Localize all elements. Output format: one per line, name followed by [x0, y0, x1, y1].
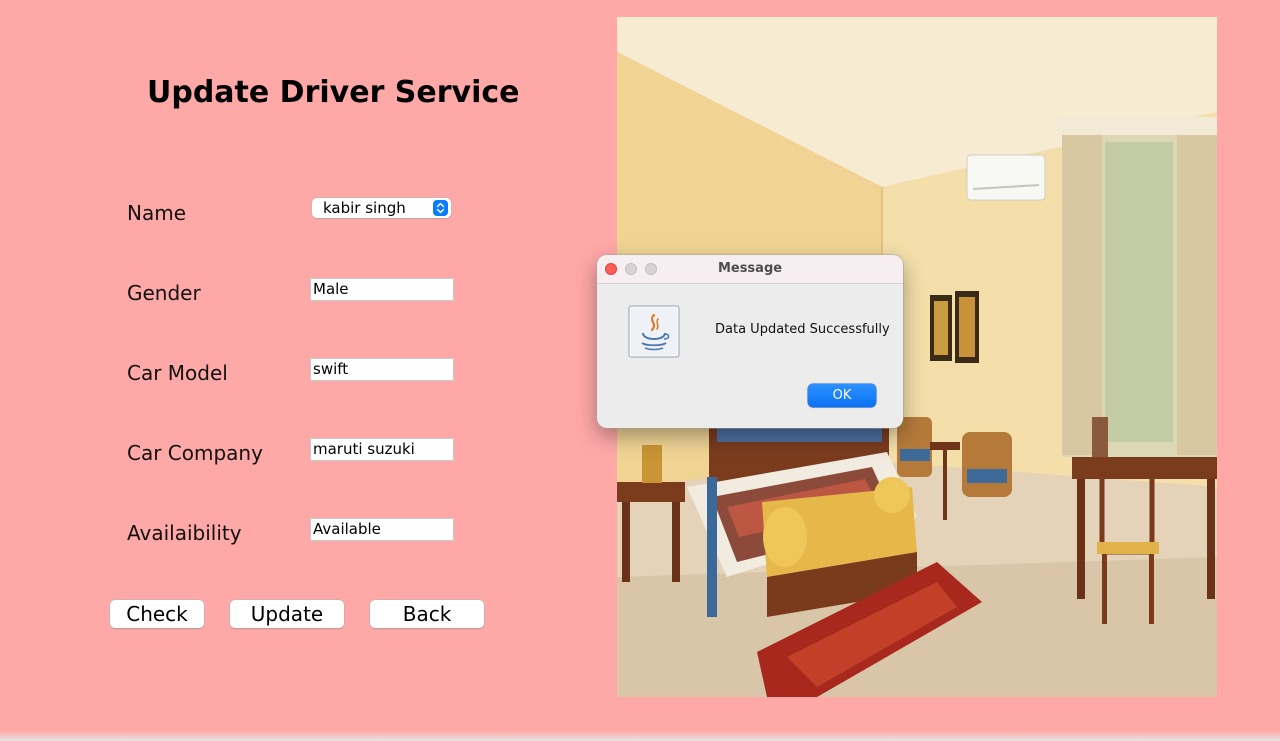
name-select[interactable]: kabir singh: [312, 198, 451, 218]
back-button[interactable]: Back: [370, 600, 484, 628]
availability-label: Availaibility: [127, 521, 242, 545]
java-icon: [628, 305, 680, 358]
car-model-field[interactable]: swift: [310, 358, 454, 381]
page-title: Update Driver Service: [147, 75, 520, 110]
update-driver-service-window: Update Driver Service Name Gender Car Mo…: [0, 0, 1280, 741]
car-company-label: Car Company: [127, 441, 263, 465]
dialog-title: Message: [717, 261, 783, 276]
message-dialog: Message Data Updated Successfully OK: [597, 255, 903, 428]
chevron-up-down-icon: [433, 200, 448, 216]
name-select-value: kabir singh: [323, 199, 406, 217]
gender-field[interactable]: Male: [310, 278, 454, 301]
car-company-field[interactable]: maruti suzuki: [310, 438, 454, 461]
name-label: Name: [127, 201, 187, 225]
check-button[interactable]: Check: [110, 600, 204, 628]
window-bottom-edge: [0, 731, 1280, 741]
dialog-titlebar[interactable]: Message: [597, 255, 903, 284]
gender-label: Gender: [127, 281, 201, 305]
car-model-label: Car Model: [127, 361, 228, 385]
update-button[interactable]: Update: [230, 600, 344, 628]
availability-field[interactable]: Available: [310, 518, 454, 541]
dialog-message: Data Updated Successfully: [715, 322, 890, 337]
ok-button[interactable]: OK: [808, 384, 876, 407]
